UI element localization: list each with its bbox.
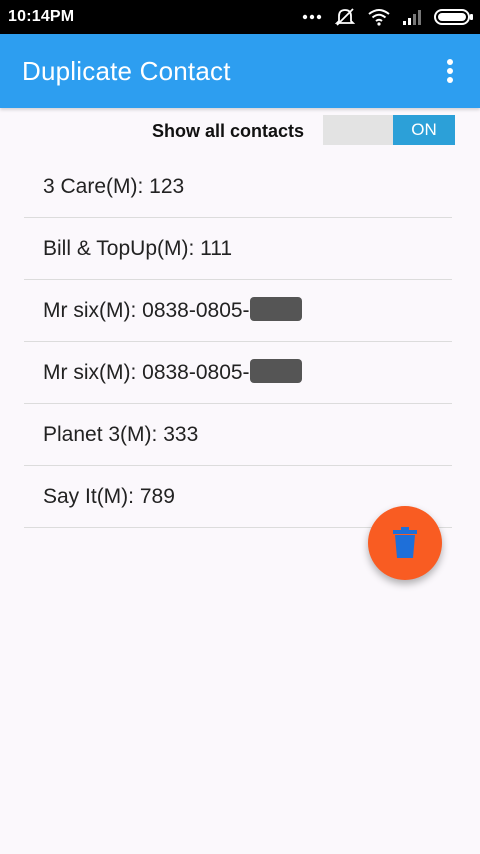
cell-signal-icon (403, 10, 421, 25)
show-all-contacts-label: Show all contacts (152, 121, 305, 141)
page-title: Duplicate Contact (22, 56, 231, 86)
contact-text: 3 Care(M): 123 (43, 175, 185, 198)
redacted-digits (249, 359, 302, 384)
contact-item[interactable]: Mr six(M): 0838-0805- (24, 280, 452, 342)
contact-item[interactable]: Mr six(M): 0838-0805- (24, 342, 452, 404)
redacted-digits (249, 297, 302, 322)
status-time: 10:14PM (8, 8, 75, 25)
contact-item[interactable]: Bill & TopUp(M): 111 (24, 218, 452, 280)
contact-list: 3 Care(M): 123 Bill & TopUp(M): 111 Mr s… (24, 156, 452, 528)
mute-icon (334, 8, 356, 26)
status-icons (302, 6, 474, 28)
contact-item[interactable]: Planet 3(M): 333 (24, 404, 452, 466)
signal-dots-icon (302, 14, 322, 20)
battery-icon (434, 9, 473, 25)
contact-text: Say It(M): 789 (43, 485, 175, 508)
contact-text: Mr six(M): 0838-0805- (43, 297, 302, 323)
toggle-state-label: ON (393, 115, 455, 145)
wifi-icon (368, 9, 390, 26)
delete-duplicates-button[interactable] (368, 506, 442, 580)
status-bar: 10:14PM (0, 0, 480, 34)
show-all-contacts-row: Show all contacts ON (0, 108, 480, 154)
contact-item[interactable]: 3 Care(M): 123 (24, 156, 452, 218)
contact-text: Mr six(M): 0838-0805- (43, 359, 302, 385)
contact-text: Planet 3(M): 333 (43, 423, 199, 446)
app-bar: Duplicate Contact (0, 34, 480, 108)
contact-text: Bill & TopUp(M): 111 (43, 237, 233, 260)
show-all-contacts-toggle[interactable]: ON (323, 115, 455, 145)
overflow-menu-icon[interactable] (440, 58, 460, 86)
trash-icon (393, 527, 417, 558)
